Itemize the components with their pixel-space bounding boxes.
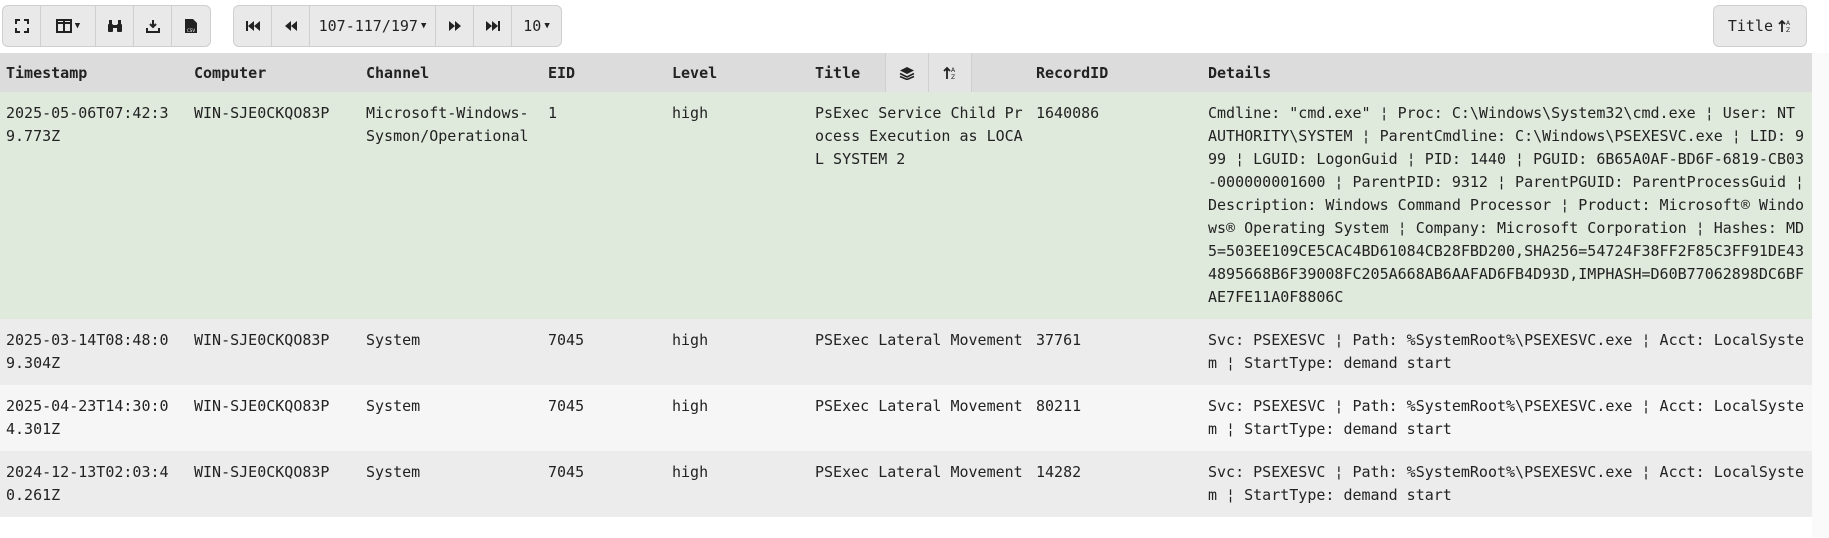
cell-eid: 1	[542, 92, 666, 319]
page-range-label: 107-117/197	[318, 17, 418, 35]
binoculars-icon	[107, 20, 122, 32]
cell-timestamp: 2025-04-23T14:30:04.301Z	[0, 385, 188, 451]
cell-details: Cmdline: "cmd.exe" ¦ Proc: C:\Windows\Sy…	[1202, 92, 1812, 319]
svg-text:Z: Z	[1786, 27, 1790, 33]
cell-title: PSExec Lateral Movement	[809, 385, 1030, 451]
column-header-timestamp[interactable]: Timestamp	[0, 53, 188, 92]
next-page-button[interactable]	[436, 6, 474, 46]
last-page-button[interactable]	[474, 6, 512, 46]
events-table-container: Timestamp Computer Channel EID Level Tit…	[0, 53, 1812, 538]
chevron-down-icon: ▼	[544, 21, 550, 31]
cell-recordid: 1640086	[1030, 92, 1202, 319]
pagination-button-group: 107-117/197 ▼ 10 ▼	[233, 5, 562, 47]
previous-page-icon	[284, 21, 297, 31]
svg-text:Z: Z	[951, 74, 955, 80]
column-header-level[interactable]: Level	[666, 53, 809, 92]
column-header-computer[interactable]: Computer	[188, 53, 360, 92]
cell-title: PsExec Service Child Process Execution a…	[809, 92, 1030, 319]
cell-title: PSExec Lateral Movement	[809, 319, 1030, 385]
last-page-icon	[485, 21, 500, 31]
cell-eid: 7045	[542, 385, 666, 451]
cell-recordid: 37761	[1030, 319, 1202, 385]
cell-eid: 7045	[542, 319, 666, 385]
download-button[interactable]	[134, 6, 172, 46]
fullscreen-icon	[14, 19, 29, 33]
cell-details: Svc: PSEXESVC ¦ Path: %SystemRoot%\PSEXE…	[1202, 451, 1812, 517]
cell-title: PSExec Lateral Movement	[809, 451, 1030, 517]
column-header-channel[interactable]: Channel	[360, 53, 542, 92]
cell-channel: System	[360, 451, 542, 517]
cell-level: high	[666, 451, 809, 517]
next-page-icon	[448, 21, 461, 31]
title-column-tools: AZ	[885, 53, 972, 92]
cell-computer: WIN-SJE0CKQO83P	[188, 385, 360, 451]
chevron-down-icon: ▼	[74, 21, 81, 31]
cell-level: high	[666, 92, 809, 319]
cell-eid: 7045	[542, 451, 666, 517]
sort-by-title-button[interactable]: Title AZ	[1714, 6, 1806, 46]
vertical-scrollbar[interactable]	[1812, 53, 1829, 538]
sort-button-group: Title AZ	[1712, 5, 1807, 47]
cell-timestamp: 2025-05-06T07:42:39.773Z	[0, 92, 188, 319]
search-button[interactable]	[96, 6, 134, 46]
cell-channel: Microsoft-Windows-Sysmon/Operational	[360, 92, 542, 319]
events-table: Timestamp Computer Channel EID Level Tit…	[0, 53, 1812, 517]
table-row[interactable]: 2024-12-13T02:03:40.261Z WIN-SJE0CKQO83P…	[0, 451, 1812, 517]
svg-text:CSV: CSV	[187, 28, 195, 33]
column-header-eid[interactable]: EID	[542, 53, 666, 92]
sort-title-column-button[interactable]: AZ	[928, 53, 972, 92]
group-by-title-button[interactable]	[885, 53, 928, 92]
cell-level: high	[666, 319, 809, 385]
page-size-dropdown[interactable]: 10 ▼	[512, 6, 561, 46]
download-icon	[145, 20, 160, 33]
export-csv-button[interactable]: CSV	[172, 6, 210, 46]
table-row[interactable]: 2025-05-06T07:42:39.773Z WIN-SJE0CKQO83P…	[0, 92, 1812, 319]
first-page-icon	[245, 21, 260, 31]
sort-button-label: Title	[1727, 17, 1773, 35]
svg-text:A: A	[951, 67, 956, 74]
columns-dropdown-button[interactable]: ▼	[41, 6, 96, 46]
cell-recordid: 80211	[1030, 385, 1202, 451]
cell-details: Svc: PSEXESVC ¦ Path: %SystemRoot%\PSEXE…	[1202, 385, 1812, 451]
cell-channel: System	[360, 385, 542, 451]
column-header-recordid[interactable]: RecordID	[1030, 53, 1202, 92]
columns-icon	[55, 19, 72, 33]
cell-details: Svc: PSEXESVC ¦ Path: %SystemRoot%\PSEXE…	[1202, 319, 1812, 385]
cell-recordid: 14282	[1030, 451, 1202, 517]
cell-level: high	[666, 385, 809, 451]
sort-icon: AZ	[943, 66, 956, 80]
column-header-details[interactable]: Details	[1202, 53, 1812, 92]
sort-icon: AZ	[1778, 19, 1791, 33]
cell-computer: WIN-SJE0CKQO83P	[188, 319, 360, 385]
csv-file-icon: CSV	[185, 19, 197, 33]
cell-timestamp: 2024-12-13T02:03:40.261Z	[0, 451, 188, 517]
page-range-dropdown[interactable]: 107-117/197 ▼	[310, 6, 436, 46]
cell-computer: WIN-SJE0CKQO83P	[188, 92, 360, 319]
previous-page-button[interactable]	[272, 6, 310, 46]
table-row[interactable]: 2025-04-23T14:30:04.301Z WIN-SJE0CKQO83P…	[0, 385, 1812, 451]
cell-timestamp: 2025-03-14T08:48:09.304Z	[0, 319, 188, 385]
layers-icon	[899, 66, 915, 80]
view-button-group: ▼ CSV	[2, 5, 211, 47]
page-size-label: 10	[523, 17, 542, 35]
cell-computer: WIN-SJE0CKQO83P	[188, 451, 360, 517]
first-page-button[interactable]	[234, 6, 272, 46]
cell-channel: System	[360, 319, 542, 385]
chevron-down-icon: ▼	[420, 21, 427, 31]
table-row[interactable]: 2025-03-14T08:48:09.304Z WIN-SJE0CKQO83P…	[0, 319, 1812, 385]
svg-text:A: A	[1786, 20, 1791, 27]
fullscreen-button[interactable]	[3, 6, 41, 46]
toolbar: ▼ CSV 107-117/197 ▼ 10 ▼ Title A Z	[0, 0, 1829, 50]
